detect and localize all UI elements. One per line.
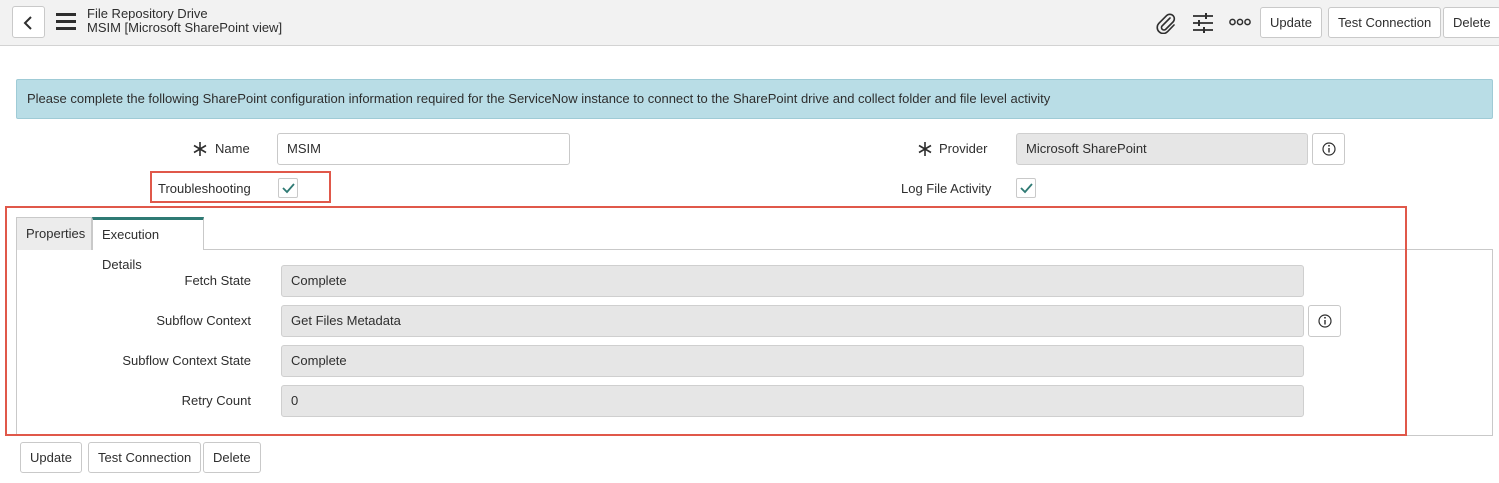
form-subtitle: MSIM [Microsoft SharePoint view] [87, 20, 283, 35]
log-file-activity-checkbox[interactable] [1016, 178, 1036, 198]
more-options-icon[interactable] [1229, 17, 1251, 27]
info-icon [1322, 142, 1336, 156]
highlight-box-troubleshooting [150, 171, 331, 203]
form-header: File Repository Drive MSIM [Microsoft Sh… [0, 0, 1499, 46]
info-banner: Please complete the following SharePoint… [16, 79, 1493, 119]
log-file-activity-label: Log File Activity [901, 181, 992, 196]
required-asterisk-icon [193, 142, 207, 156]
name-label: Name [215, 141, 250, 156]
test-connection-button[interactable]: Test Connection [1328, 7, 1442, 38]
highlight-box-execution-details [5, 206, 1407, 436]
provider-label: Provider [939, 141, 988, 156]
provider-field: Microsoft SharePoint [1016, 133, 1308, 165]
record-title: File Repository Drive MSIM [Microsoft Sh… [87, 7, 282, 35]
delete-button[interactable]: Delete [1443, 7, 1499, 38]
required-asterisk-icon [918, 142, 932, 156]
footer-update-button[interactable]: Update [20, 442, 82, 473]
checkmark-icon [1020, 183, 1033, 194]
back-icon [23, 16, 32, 30]
form-title: File Repository Drive [87, 6, 208, 21]
provider-info-button[interactable] [1312, 133, 1345, 165]
settings-sliders-icon[interactable] [1192, 12, 1214, 34]
footer-delete-button[interactable]: Delete [203, 442, 261, 473]
menu-icon[interactable] [56, 13, 76, 30]
attachment-icon[interactable] [1155, 12, 1177, 34]
name-input[interactable]: MSIM [277, 133, 570, 165]
back-button[interactable] [12, 6, 45, 38]
update-button[interactable]: Update [1260, 7, 1322, 38]
footer-test-connection-button[interactable]: Test Connection [88, 442, 202, 473]
